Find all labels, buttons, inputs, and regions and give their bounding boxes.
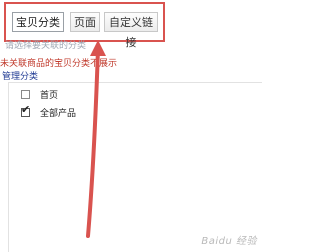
section-label: 管理分类 — [2, 72, 39, 82]
hint-text: 请选择要关联的分类 — [5, 41, 87, 51]
list-item-label: 全部产品 — [40, 108, 77, 119]
tab-shop-categories[interactable]: 宝贝分类 — [12, 12, 64, 32]
checkbox-all-products[interactable]: ✔ — [21, 104, 30, 117]
list-item-home[interactable]: 首页 — [21, 86, 58, 102]
checkbox-home[interactable] — [21, 89, 30, 99]
tab-pages[interactable]: 页面 — [70, 12, 100, 32]
list-item-all-products[interactable]: ✔ 全部产品 — [21, 104, 76, 120]
tab-custom-links[interactable]: 自定义链接 — [104, 12, 158, 49]
checkmark-icon: ✔ — [21, 102, 31, 116]
warning-text: 未关联商品的宝贝分类不展示 — [0, 59, 118, 69]
list-item-label: 首页 — [40, 90, 59, 101]
screen: 宝贝分类 页面 自定义链接 请选择要关联的分类 未关联商品的宝贝分类不展示 管理… — [0, 0, 262, 252]
watermark-logo: Baidu 经验 — [201, 236, 257, 247]
link-selector-panel: 宝贝分类 页面 自定义链接 请选择要关联的分类 未关联商品的宝贝分类不展示 管理… — [0, 0, 262, 252]
category-list: 首页 ✔ 全部产品 — [8, 82, 262, 252]
